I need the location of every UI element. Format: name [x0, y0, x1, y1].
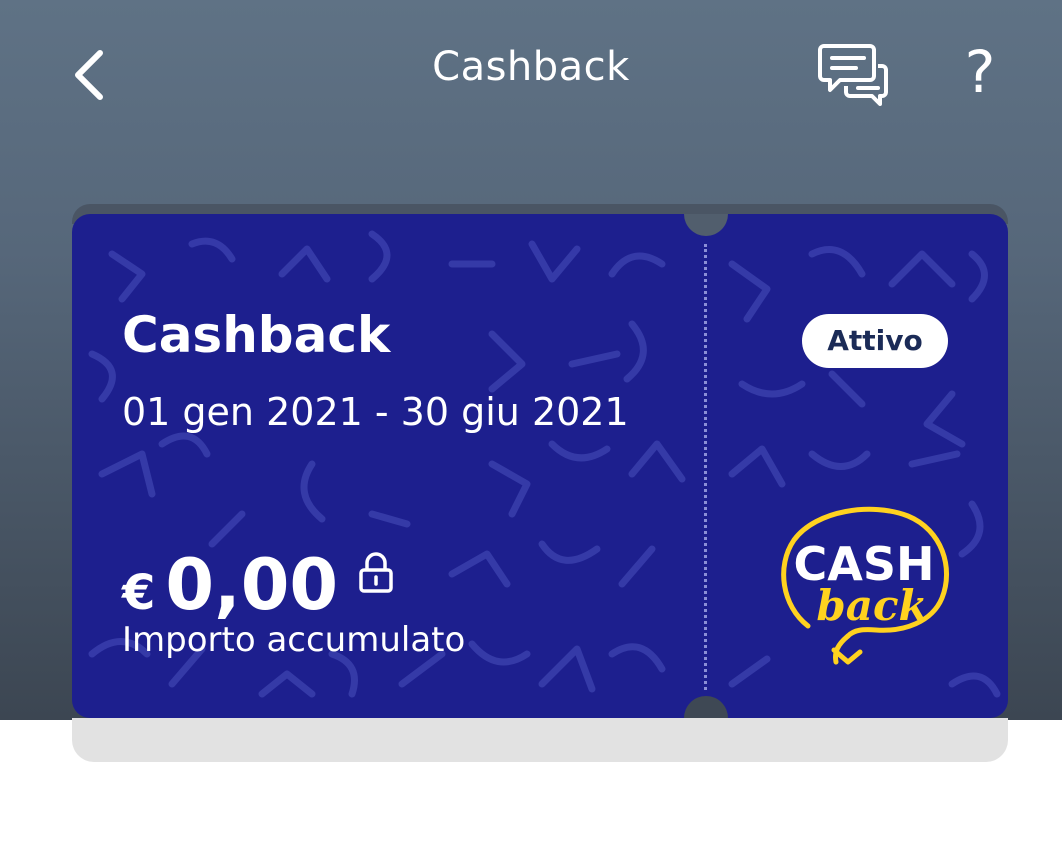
status-badge: Attivo — [802, 314, 948, 368]
page-title: Cashback — [432, 44, 630, 90]
ticket-divider — [704, 244, 707, 690]
cashback-logo: CASH back — [781, 506, 950, 665]
cashback-card[interactable]: Cashback 01 gen 2021 - 30 giu 2021 Attiv… — [72, 214, 1008, 718]
amount-label: Importo accumulato — [122, 620, 466, 660]
card-period: 01 gen 2021 - 30 giu 2021 — [122, 390, 629, 434]
app-header: Cashback ? — [0, 0, 1062, 150]
logo-word-bottom: back — [816, 581, 927, 630]
chat-bubbles-icon — [818, 44, 888, 106]
currency-symbol: € — [122, 565, 156, 621]
accumulated-amount: €0,00 — [122, 544, 338, 626]
help-icon: ? — [964, 38, 996, 106]
card-title: Cashback — [122, 306, 391, 364]
help-button[interactable]: ? — [950, 36, 1010, 108]
chat-button[interactable] — [818, 38, 890, 110]
amount-value: 0,00 — [165, 544, 339, 626]
card-bottom-shelf — [72, 718, 1008, 762]
lock-icon — [359, 552, 393, 593]
